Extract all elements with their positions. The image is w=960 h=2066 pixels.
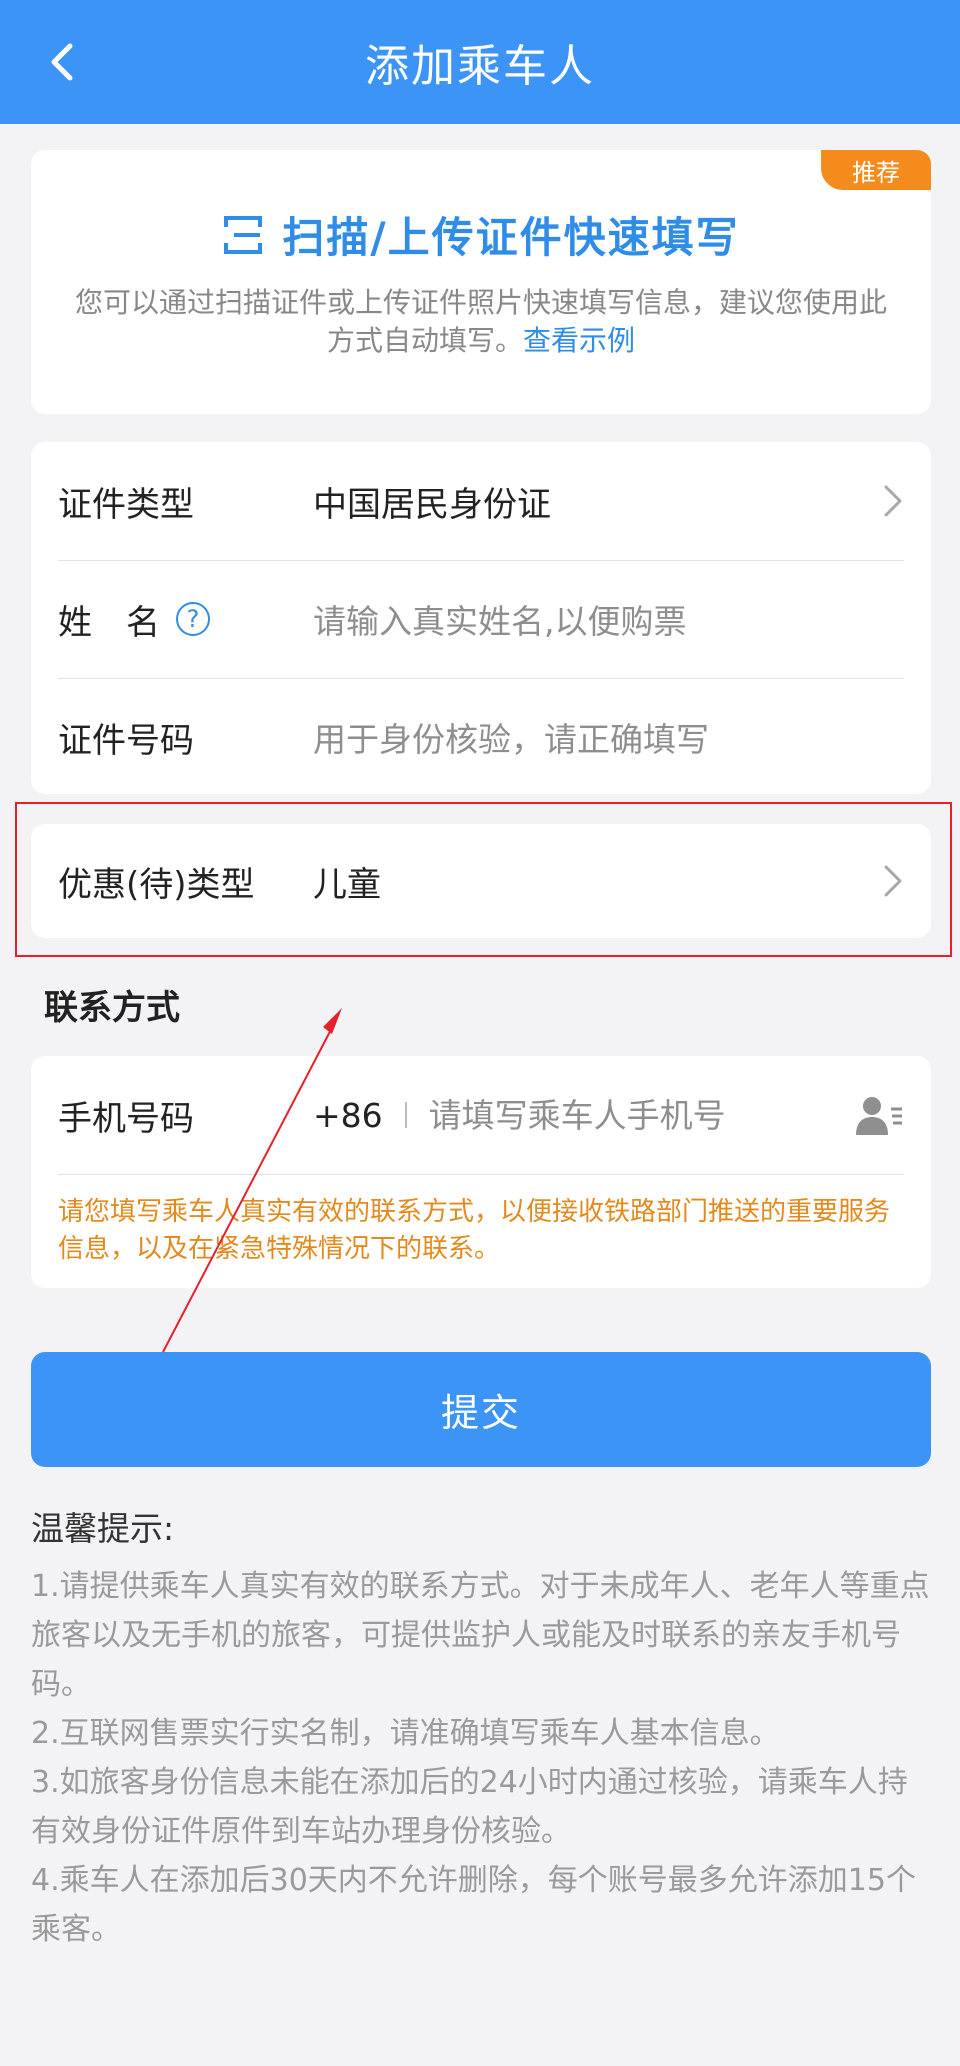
contact-section-title: 联系方式 <box>44 988 180 1028</box>
name-label: 姓 名 <box>58 602 160 643</box>
scan-desc-text: 您可以通过扫描证件或上传证件照片快速填写信息，建议您使用此方式自动填写。 <box>74 286 887 357</box>
phone-input[interactable] <box>428 1095 854 1135</box>
tip-item: 1.请提供乘车人真实有效的联系方式。对于未成年人、老年人等重点旅客以及无手机的旅… <box>31 1569 930 1702</box>
id-type-value: 中国居民身份证 <box>313 484 551 525</box>
name-input[interactable]: 请输入真实姓名,以便购票 <box>313 595 904 643</box>
chevron-right-icon <box>884 485 902 517</box>
discount-type-row[interactable]: 优惠(待)类型 儿童 <box>58 824 904 938</box>
contact-card: 手机号码 +86 请您填写乘车人真实有效的联系方式，以便接收铁路部门推送的重要服… <box>31 1056 931 1288</box>
top-bar: 添加乘车人 <box>0 0 960 124</box>
recommend-badge: 推荐 <box>821 150 931 190</box>
passenger-info-card: 证件类型 中国居民身份证 姓 名 ? 请输入真实姓名,以便购票 证件号码 用于身… <box>31 442 931 794</box>
id-number-row: 证件号码 用于身份核验，请正确填写 <box>58 678 904 796</box>
country-code[interactable]: +86 <box>313 1096 383 1135</box>
tip-item: 4.乘车人在添加后30天内不允许删除，每个账号最多允许添加15个乘客。 <box>31 1863 916 1947</box>
id-number-label: 证件号码 <box>58 720 194 761</box>
scan-title: 扫描/上传证件快速填写 <box>282 213 740 262</box>
page-title: 添加乘车人 <box>365 41 595 92</box>
scan-icon <box>224 215 263 254</box>
tip-item: 2.互联网售票实行实名制，请准确填写乘车人基本信息。 <box>31 1716 780 1751</box>
id-type-label: 证件类型 <box>58 484 194 525</box>
id-type-row[interactable]: 证件类型 中国居民身份证 <box>58 442 904 561</box>
scan-upload-button[interactable]: 扫描/上传证件快速填写 <box>31 204 931 265</box>
discount-type-card: 优惠(待)类型 儿童 <box>31 824 931 938</box>
scan-card: 推荐 扫描/上传证件快速填写 您可以通过扫描证件或上传证件照片快速填写信息，建议… <box>31 150 931 414</box>
back-arrow-icon[interactable] <box>36 36 88 88</box>
submit-button[interactable]: 提交 <box>31 1352 931 1467</box>
discount-type-label: 优惠(待)类型 <box>58 864 255 905</box>
phone-row: 手机号码 +86 <box>58 1056 904 1175</box>
help-icon[interactable]: ? <box>176 602 210 636</box>
id-number-input[interactable]: 用于身份核验，请正确填写 <box>313 713 904 761</box>
tips-title: 温馨提示: <box>31 1509 175 1548</box>
tips-list: 1.请提供乘车人真实有效的联系方式。对于未成年人、老年人等重点旅客以及无手机的旅… <box>31 1562 931 1954</box>
scan-description: 您可以通过扫描证件或上传证件照片快速填写信息，建议您使用此方式自动填写。查看示例 <box>71 284 891 360</box>
tip-item: 3.如旅客身份信息未能在添加后的24小时内通过核验，请乘车人持有效身份证件原件到… <box>31 1765 908 1849</box>
contacts-icon[interactable] <box>854 1093 904 1137</box>
code-separator <box>404 1102 407 1128</box>
name-label-group: 姓 名 ? <box>58 595 313 644</box>
view-example-link[interactable]: 查看示例 <box>523 324 635 357</box>
name-row: 姓 名 ? 请输入真实姓名,以便购票 <box>58 560 904 679</box>
discount-type-value: 儿童 <box>313 864 381 905</box>
contact-notice: 请您填写乘车人真实有效的联系方式，以便接收铁路部门推送的重要服务信息，以及在紧急… <box>58 1197 891 1264</box>
phone-label: 手机号码 <box>58 1098 194 1139</box>
chevron-right-icon <box>884 865 902 897</box>
